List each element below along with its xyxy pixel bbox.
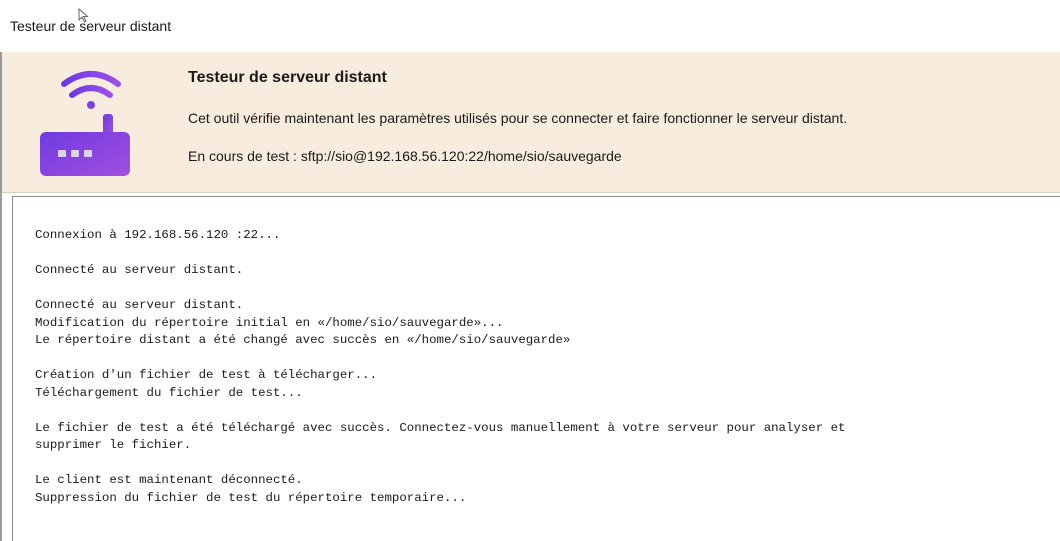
remote-server-tester-window: Testeur de serveur distant Testeur de se… bbox=[0, 0, 1060, 541]
log-line: Téléchargement du fichier de test... bbox=[35, 385, 303, 400]
test-status-text: En cours de test : sftp://sio@192.168.56… bbox=[188, 148, 622, 164]
mouse-cursor-icon bbox=[78, 8, 89, 23]
log-line: Connecté au serveur distant. bbox=[35, 263, 244, 277]
title-bar[interactable]: Testeur de serveur distant bbox=[0, 0, 1060, 52]
log-line: Le client est maintenant déconnecté. bbox=[35, 473, 303, 487]
log-line: Suppression du fichier de test du répert… bbox=[35, 490, 467, 505]
log-spacer bbox=[35, 350, 1060, 368]
log-line: Le fichier de test a été téléchargé avec… bbox=[35, 420, 846, 435]
log-content: Connexion à 192.168.56.120 :22... Connect… bbox=[35, 227, 1060, 507]
log-line: Le répertoire distant a été changé avec … bbox=[35, 333, 571, 347]
log-line: Connexion à 192.168.56.120 :22... bbox=[35, 228, 281, 242]
log-line: Modification du répertoire initial en «/… bbox=[35, 315, 504, 330]
log-line: Connecté au serveur distant. bbox=[35, 298, 244, 312]
log-spacer bbox=[35, 455, 1060, 473]
log-spacer bbox=[35, 402, 1060, 420]
router-wifi-icon bbox=[40, 71, 130, 176]
log-spacer bbox=[35, 280, 1060, 298]
test-log-output[interactable]: Connexion à 192.168.56.120 :22... Connect… bbox=[12, 196, 1060, 541]
log-line: supprimer le fichier. bbox=[35, 438, 192, 452]
header-panel: Testeur de serveur distant Cet outil vér… bbox=[2, 52, 1060, 193]
header-description: Cet outil vérifie maintenant les paramèt… bbox=[188, 110, 848, 126]
log-spacer bbox=[35, 245, 1060, 263]
log-line: Création d'un fichier de test à téléchar… bbox=[35, 368, 378, 382]
header-title: Testeur de serveur distant bbox=[188, 69, 387, 86]
